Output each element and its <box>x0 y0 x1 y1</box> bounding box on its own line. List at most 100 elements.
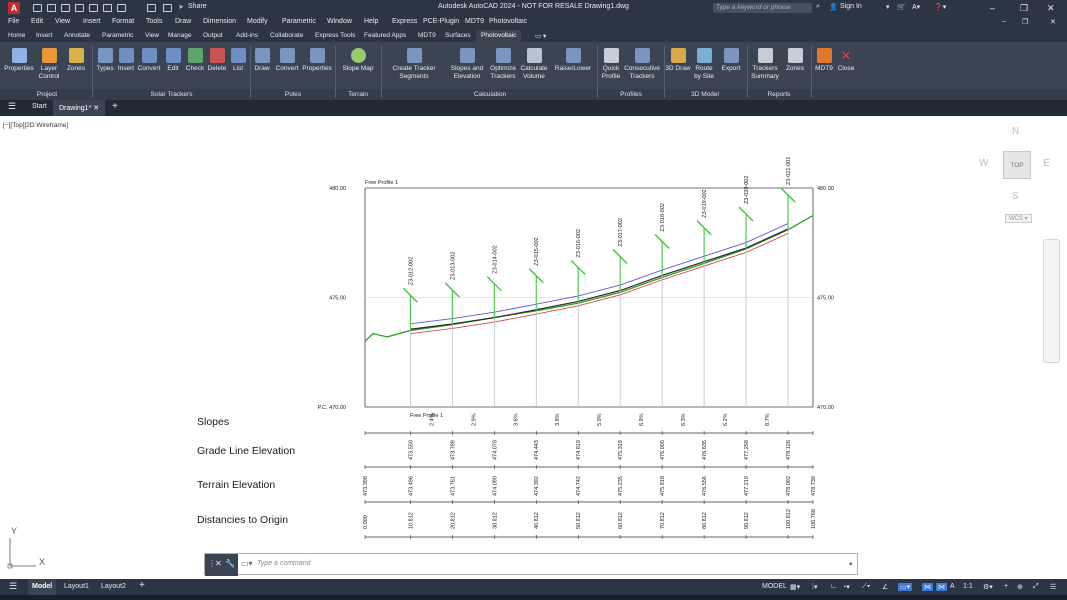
annotation-monitor-icon[interactable]: + <box>1004 583 1008 590</box>
menu-dimension[interactable]: Dimension <box>203 18 236 25</box>
command-input[interactable]: Type a command <box>257 560 311 567</box>
tab-layout2[interactable]: Layout2 <box>101 583 126 590</box>
tab-collaborate[interactable]: Collaborate <box>270 32 303 39</box>
menu-help[interactable]: Help <box>364 18 378 25</box>
customize-icon[interactable]: ☰ <box>1050 583 1056 591</box>
types-button[interactable]: Types <box>94 48 116 73</box>
restore-button[interactable]: ❐ <box>1020 2 1028 14</box>
osnap-icon[interactable]: ∠ <box>882 583 888 591</box>
workspace-icon[interactable]: ⚙▾ <box>983 583 993 591</box>
slopes-and-elevation-button[interactable]: Slopes and Elevation <box>446 48 488 81</box>
slope-map-button[interactable]: Slope Map <box>338 48 378 73</box>
tab-manage[interactable]: Manage <box>168 32 192 39</box>
draw-pole-button[interactable]: Draw <box>252 48 272 73</box>
menu-modify[interactable]: Modify <box>247 18 268 25</box>
tab-start[interactable]: Start <box>32 103 47 110</box>
user-icon[interactable]: 👤 <box>829 3 838 11</box>
expand-history-icon[interactable]: ▴ <box>849 559 853 567</box>
menu-pce-plugin[interactable]: PCE-Plugin <box>423 18 459 25</box>
tab-parametric[interactable]: Parametric <box>102 32 133 39</box>
wrench-icon[interactable]: 🔧 <box>225 559 235 568</box>
raise-lower-button[interactable]: Raise/Lower <box>552 48 594 73</box>
doc-close-button[interactable]: ✕ <box>1050 18 1056 26</box>
menu-express[interactable]: Express <box>392 18 417 25</box>
compass-east[interactable]: E <box>1043 158 1050 169</box>
trackers-summary-button[interactable]: Trackers Summary <box>749 48 781 81</box>
annotation-icon[interactable]: A <box>950 583 955 590</box>
ortho-icon[interactable]: ∟ <box>830 583 837 590</box>
annotation-scale[interactable]: 1:1 <box>963 583 973 590</box>
tab-add-ins[interactable]: Add-ins <box>236 32 258 39</box>
3d-draw-button[interactable]: 3D Draw <box>665 48 691 73</box>
edit-tracker-button[interactable]: Edit <box>163 48 183 73</box>
compass-west[interactable]: W <box>979 158 988 169</box>
project-zones-button[interactable]: Zones <box>64 48 88 73</box>
tab-annotate[interactable]: Annotate <box>64 32 90 39</box>
polar-icon[interactable]: ◔▾ <box>842 583 850 591</box>
menu-format[interactable]: Format <box>112 18 134 25</box>
new-tab-button[interactable]: + <box>112 101 118 112</box>
quick-profile-button[interactable]: Quick Profile <box>599 48 623 81</box>
delete-tracker-button[interactable]: Delete <box>206 48 228 73</box>
recent-commands-icon[interactable]: ▭▾ <box>241 559 253 568</box>
tab-model[interactable]: Model <box>28 579 57 595</box>
grid-icon[interactable]: ▦▾ <box>790 583 800 591</box>
command-close-icon[interactable]: ✕ <box>215 559 222 568</box>
tab-insert[interactable]: Insert <box>36 32 52 39</box>
menu-tools[interactable]: Tools <box>146 18 162 25</box>
minimize-button[interactable]: – <box>990 2 995 14</box>
drawing-viewport[interactable]: [−][Top][2D Wireframe] Free Profile 1 Fre… <box>0 116 1067 579</box>
tab-view[interactable]: View <box>145 32 159 39</box>
tab-output[interactable]: Output <box>203 32 223 39</box>
zones-report-button[interactable]: Zones <box>783 48 807 73</box>
list-tracker-button[interactable]: List <box>229 48 247 73</box>
close-button[interactable]: ✕ <box>1047 2 1055 14</box>
compass-north[interactable]: N <box>1012 126 1019 137</box>
doc-restore-button[interactable]: ❐ <box>1022 18 1028 26</box>
fullscreen-icon[interactable]: ⤢ <box>1033 583 1039 591</box>
tab-layout1[interactable]: Layout1 <box>64 583 89 590</box>
create-tracker-segments-button[interactable]: Create Tracker Segments <box>384 48 444 81</box>
annotation-visibility-icon[interactable]: ▭▾ <box>898 583 913 591</box>
convert-pole-button[interactable]: Convert <box>273 48 301 73</box>
isodraft-icon[interactable]: ⟋▾ <box>862 583 870 591</box>
add-layout-button[interactable]: + <box>139 580 145 591</box>
consecutive-trackers-button[interactable]: Consecutive Trackers <box>622 48 662 81</box>
cart-icon[interactable]: 🛒 <box>897 3 906 11</box>
viewcube-top-face[interactable]: TOP <box>1003 151 1031 179</box>
layer-control-button[interactable]: Layer Control <box>36 48 62 81</box>
menu-photovoltaic[interactable]: Photovoltaic <box>489 18 527 25</box>
mdt9-button[interactable]: MDT9 <box>813 48 835 73</box>
model-space-toggle[interactable]: MODEL <box>762 583 787 590</box>
sign-in-button[interactable]: Sign In <box>840 3 862 10</box>
snap-icon[interactable]: ⁞▾ <box>812 583 817 591</box>
tab-surfaces[interactable]: Surfaces <box>445 32 471 39</box>
compass-south[interactable]: S <box>1012 191 1019 202</box>
menu-parametric[interactable]: Parametric <box>282 18 316 25</box>
menu-insert[interactable]: Insert <box>83 18 101 25</box>
autodesk-a360-icon[interactable]: A▾ <box>912 3 920 11</box>
help-icon[interactable]: ❓▾ <box>934 3 946 11</box>
menu-mdt9[interactable]: MDT9 <box>465 18 484 25</box>
doc-minimize-button[interactable]: – <box>1002 18 1006 25</box>
convert-tracker-button[interactable]: Convert <box>136 48 162 73</box>
calculate-volume-button[interactable]: Calculate Volume <box>518 48 550 81</box>
check-tracker-button[interactable]: Check <box>184 48 206 73</box>
search-icon[interactable]: ⌕ <box>816 3 820 11</box>
layout-menu-icon[interactable]: ☰ <box>9 581 17 592</box>
tab-express-tools[interactable]: Express Tools <box>315 32 355 39</box>
menu-edit[interactable]: Edit <box>31 18 43 25</box>
close-plugin-button[interactable]: ✕ Close <box>835 48 857 73</box>
project-properties-button[interactable]: Properties <box>4 48 34 73</box>
insert-tracker-button[interactable]: Insert <box>116 48 136 73</box>
tab-featured-apps[interactable]: Featured Apps <box>364 32 406 39</box>
route-by-site-button[interactable]: Route by Site <box>692 48 716 81</box>
export-button[interactable]: Export <box>718 48 744 73</box>
optimize-trackers-button[interactable]: Optimize Trackers <box>488 48 518 81</box>
wcs-menu[interactable]: WCS ▾ <box>1005 214 1032 223</box>
menu-draw[interactable]: Draw <box>175 18 191 25</box>
menu-file[interactable]: File <box>8 18 19 25</box>
autoscale-icon[interactable]: ⋈ <box>936 583 947 591</box>
ribbon-options-icon[interactable]: ▭ ▾ <box>535 32 546 40</box>
navigation-bar[interactable] <box>1043 239 1060 363</box>
